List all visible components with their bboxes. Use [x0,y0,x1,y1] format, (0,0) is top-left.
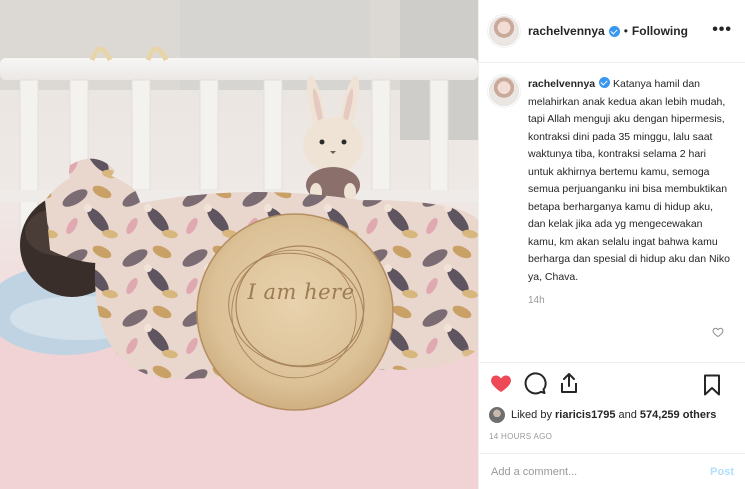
post-photo[interactable]: I am here [0,0,478,489]
author-username[interactable]: rachelvennya [528,24,605,38]
caption-username[interactable]: rachelvennya [528,78,595,90]
header-separator: • [623,24,628,38]
likes-prefix: Liked by [511,409,552,421]
comment-input[interactable] [491,465,711,478]
author-avatar[interactable] [487,14,521,48]
caption-age[interactable]: 14h [528,295,733,306]
following-button[interactable]: Following [632,24,688,38]
post-sidebar: rachelvennya • Following ••• rachelvenny… [478,0,745,489]
plaque-engraving: I am here [247,280,355,304]
caption-content: Katanya hamil dan melahirkan anak kedua … [528,78,730,283]
caption-text: rachelvennya Katanya hamil dan melahirka… [528,76,733,286]
heart-filled-icon[interactable] [489,371,513,395]
share-upload-icon[interactable] [557,371,581,395]
more-options-icon[interactable]: ••• [712,22,732,38]
comment-bubble-icon[interactable] [523,371,547,395]
post-actions [479,362,745,402]
caption-section: rachelvennya Katanya hamil dan melahirka… [479,64,745,356]
comment-bar: Post [479,453,745,489]
bunny-toy [303,75,363,203]
bookmark-icon[interactable] [700,373,724,397]
likes-summary: Liked by riaricis1795 and 574,259 others [489,404,719,426]
verified-badge-icon [599,77,611,88]
liker-username[interactable]: riaricis1795 [555,409,616,421]
heart-outline-icon[interactable] [712,326,724,338]
likes-conjunction: and [618,409,637,421]
verified-badge-icon [608,25,620,37]
post-comment-button[interactable]: Post [710,466,734,478]
post-header: rachelvennya • Following ••• [479,0,745,63]
likes-count[interactable]: 574,259 others [640,409,716,421]
post-timestamp[interactable]: 14 HOURS AGO [489,432,552,441]
liker-avatar[interactable] [489,407,505,423]
photo-illustration [0,0,478,489]
caption-author-avatar[interactable] [487,74,521,108]
caption-body: rachelvennya Katanya hamil dan melahirka… [528,76,733,356]
